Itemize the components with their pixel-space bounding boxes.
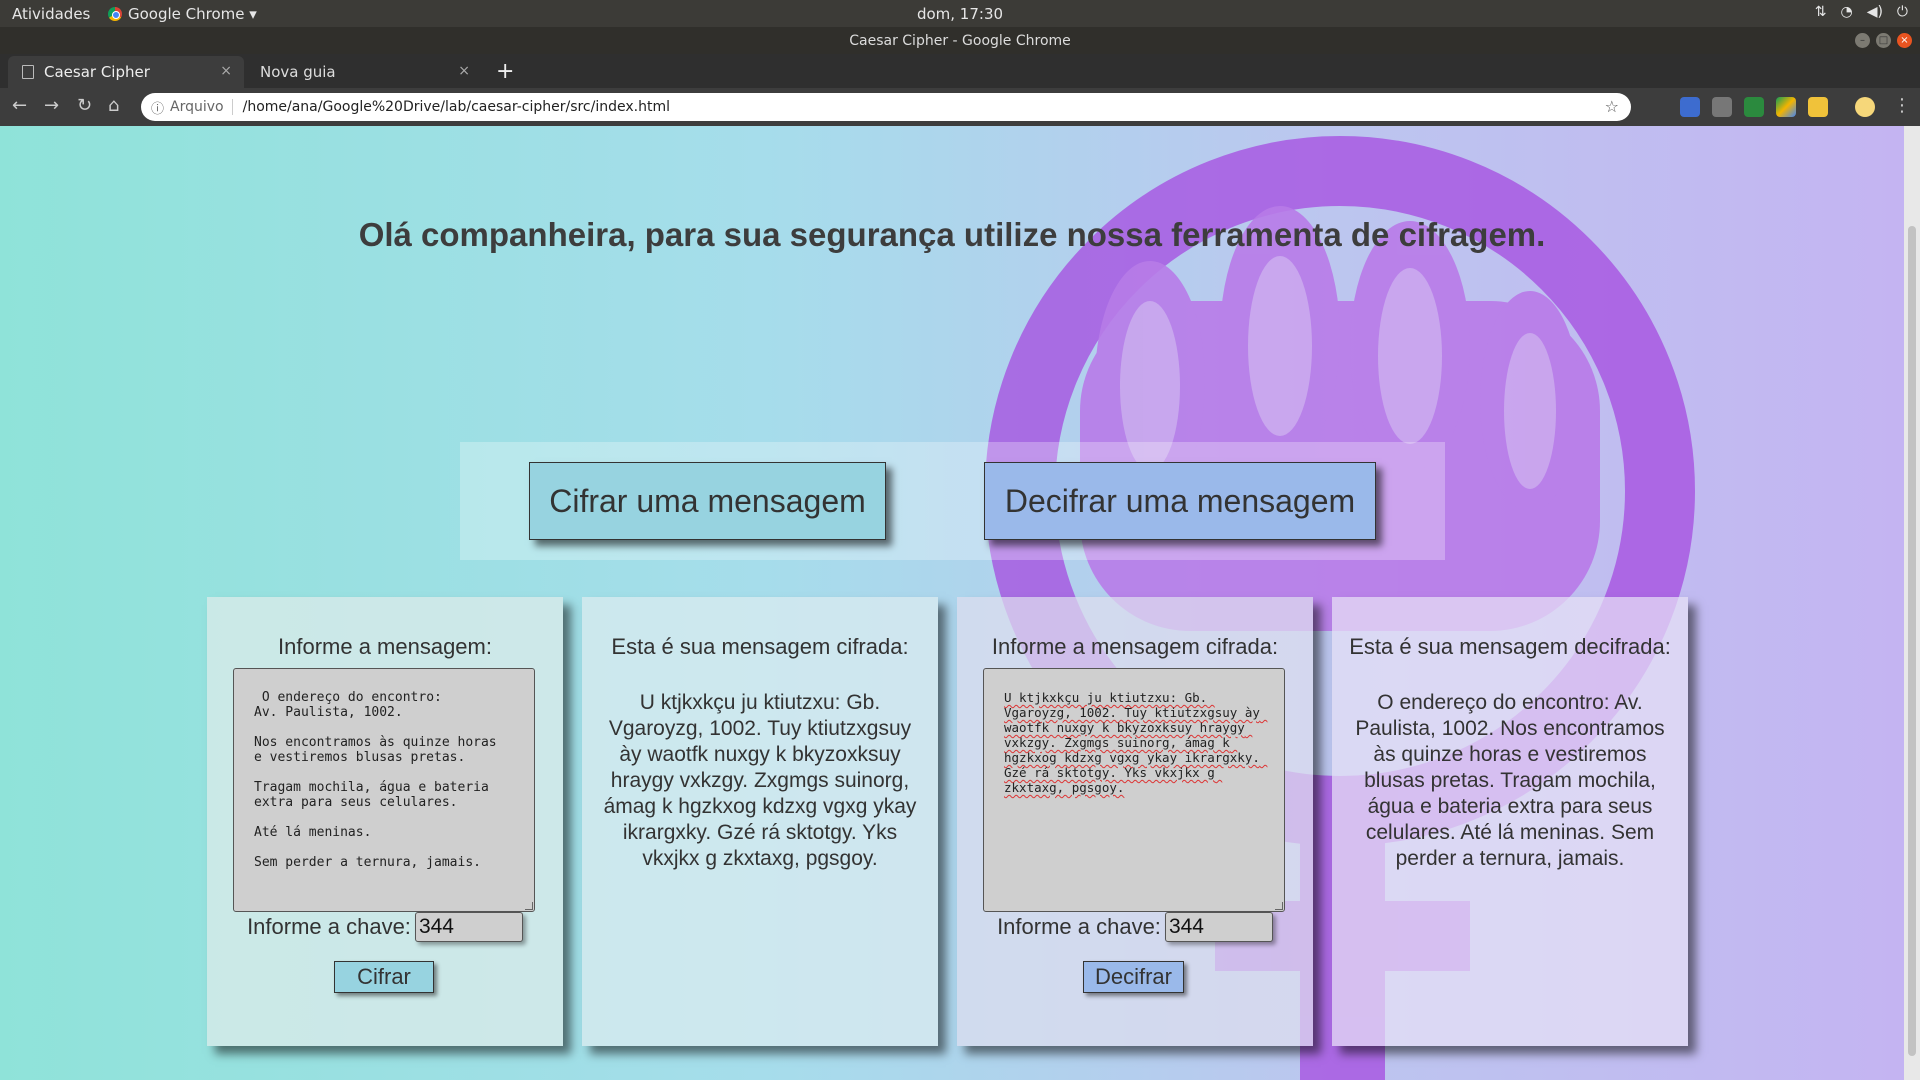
window-title: Caesar Cipher - Google Chrome — [849, 33, 1071, 49]
tab-caesar-cipher[interactable]: Caesar Cipher × — [8, 56, 244, 88]
decrypt-button[interactable]: Decifrar — [1083, 961, 1184, 993]
decrypt-panel-title: Informe a mensagem cifrada: — [991, 634, 1279, 659]
extension-icon[interactable] — [1712, 97, 1732, 117]
system-tray[interactable]: ⇅ ◔ ◀) ⏻ — [1815, 4, 1908, 20]
close-tab-icon[interactable]: × — [458, 63, 470, 79]
address-scheme: Arquivo — [170, 99, 233, 115]
volume-icon[interactable]: ◀) — [1867, 4, 1883, 20]
decrypt-panel: Informe a mensagem cifrada: U ktjkxkçu j… — [957, 597, 1313, 1046]
decrypt-key-input[interactable]: 344 — [1164, 912, 1273, 942]
wifi-icon[interactable]: ◔ — [1840, 4, 1852, 20]
tab-label: Caesar Cipher — [44, 63, 150, 81]
encrypt-panel: Informe a mensagem: O endereço do encont… — [207, 597, 563, 1046]
drive-extension-icon[interactable] — [1776, 97, 1796, 117]
activities-button[interactable]: Atividades — [12, 5, 90, 23]
check-extension-icon[interactable] — [1744, 97, 1764, 117]
encrypt-button[interactable]: Cifrar — [334, 961, 434, 993]
reload-icon[interactable]: ↻ — [77, 95, 92, 116]
power-icon[interactable]: ⏻ — [1897, 4, 1908, 20]
minimize-icon[interactable]: – — [1855, 33, 1870, 48]
decrypted-output-panel: Esta é sua mensagem decifrada: O endereç… — [1332, 597, 1688, 1046]
key-label: Informe a chave: — [997, 914, 1161, 939]
tab-strip: Caesar Cipher × Nova guia × + — [0, 54, 1920, 88]
key-label: Informe a chave: — [247, 914, 411, 939]
cipher-text: U ktjkxkçu ju ktiutzxu: Gb. Vgaroyzg, 10… — [1004, 690, 1268, 795]
cipher-textarea[interactable]: U ktjkxkçu ju ktiutzxu: Gb. Vgaroyzg, 10… — [983, 668, 1285, 912]
encrypted-output-text: U ktjkxkçu ju ktiutzxu: Gb. Vgaroyzg, 10… — [603, 691, 917, 870]
page-viewport: Olá companheira, para sua segurança util… — [0, 126, 1904, 1080]
resize-handle[interactable] — [1275, 902, 1283, 910]
page-headline: Olá companheira, para sua segurança util… — [358, 216, 1546, 253]
tab-label: Nova guia — [260, 63, 336, 81]
network-icon[interactable]: ⇅ — [1815, 4, 1827, 20]
info-icon[interactable]: ⓘ — [151, 98, 164, 117]
address-bar[interactable]: ⓘ Arquivo /home/ana/Google%20Drive/lab/c… — [141, 93, 1631, 121]
key-row: Informe a chave: 344 — [207, 911, 563, 943]
decrypted-output-text: O endereço do encontro: Av. Paulista, 10… — [1355, 691, 1665, 870]
translate-extension-icon[interactable] — [1680, 97, 1700, 117]
os-top-bar: Atividades Google Chrome ▾ dom, 17:30 ⇅ … — [0, 0, 1920, 27]
resize-handle[interactable] — [525, 902, 533, 910]
maximize-icon[interactable]: □ — [1876, 33, 1891, 48]
close-tab-icon[interactable]: × — [220, 63, 232, 79]
browser-toolbar: ← → ↻ ⌂ ⓘ Arquivo /home/ana/Google%20Dri… — [0, 88, 1920, 126]
sheets-extension-icon[interactable] — [1808, 97, 1828, 117]
app-menu-label: Google Chrome ▾ — [128, 5, 257, 23]
decrypted-output-title: Esta é sua mensagem decifrada: — [1349, 634, 1671, 659]
key-row: Informe a chave: 344 — [957, 911, 1313, 943]
address-url[interactable]: /home/ana/Google%20Drive/lab/caesar-ciph… — [243, 99, 670, 115]
scrollbar-thumb[interactable] — [1908, 226, 1916, 1056]
tab-nova-guia[interactable]: Nova guia × — [246, 56, 482, 88]
bookmark-star-icon[interactable]: ☆ — [1605, 97, 1619, 116]
decrypt-mode-button[interactable]: Decifrar uma mensagem — [984, 462, 1376, 540]
message-text: O endereço do encontro: Av. Paulista, 10… — [254, 690, 497, 870]
encrypt-key-input[interactable]: 344 — [414, 912, 523, 942]
clock[interactable]: dom, 17:30 — [0, 5, 1920, 23]
profile-avatar-icon[interactable] — [1855, 97, 1875, 117]
encrypt-panel-title: Informe a mensagem: — [278, 634, 492, 659]
chrome-icon — [108, 7, 122, 21]
window-title-bar: Caesar Cipher - Google Chrome – □ × — [0, 27, 1920, 54]
encrypt-mode-button[interactable]: Cifrar uma mensagem — [529, 462, 886, 540]
message-textarea[interactable]: O endereço do encontro: Av. Paulista, 10… — [233, 668, 535, 912]
app-menu[interactable]: Google Chrome ▾ — [108, 5, 257, 23]
menu-kebab-icon[interactable]: ⋮ — [1893, 95, 1911, 116]
encrypted-output-panel: Esta é sua mensagem cifrada: U ktjkxkçu … — [582, 597, 938, 1046]
encrypted-output-title: Esta é sua mensagem cifrada: — [611, 634, 909, 659]
page-scrollbar[interactable] — [1904, 126, 1920, 1080]
home-icon[interactable]: ⌂ — [108, 95, 119, 116]
page-icon — [22, 65, 34, 79]
close-window-icon[interactable]: × — [1897, 33, 1912, 48]
forward-icon[interactable]: → — [44, 95, 59, 116]
new-tab-icon[interactable]: + — [496, 61, 514, 83]
back-icon[interactable]: ← — [12, 95, 27, 116]
